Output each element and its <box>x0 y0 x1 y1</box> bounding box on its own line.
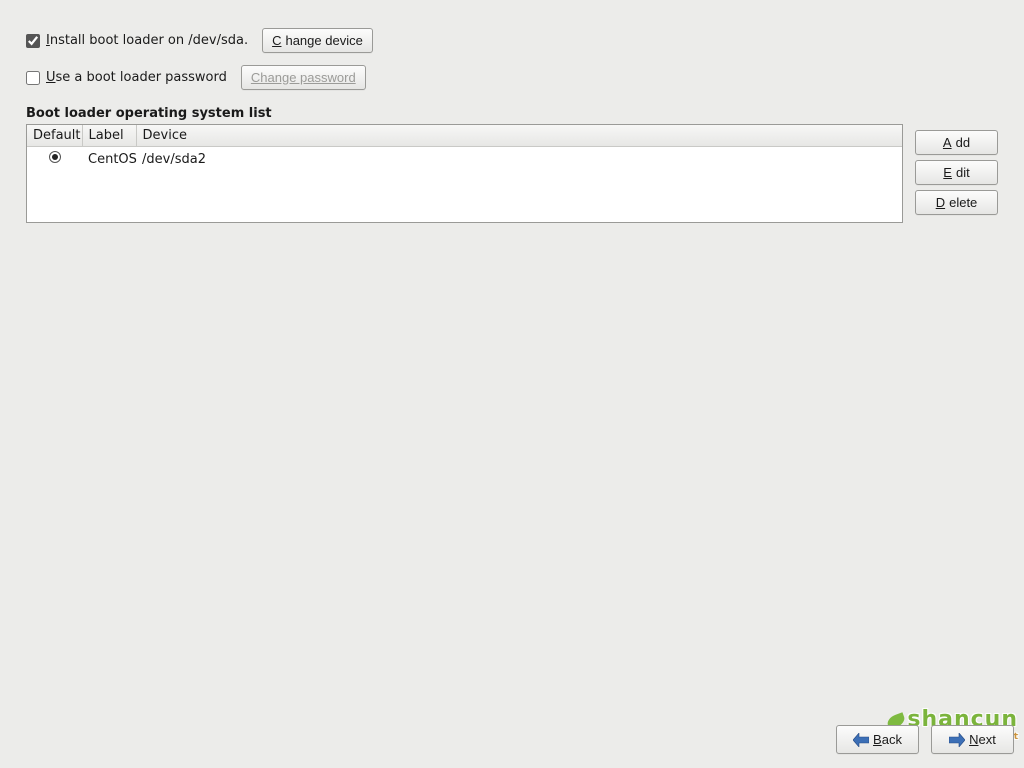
cell-label: CentOS <box>82 147 136 172</box>
next-button[interactable]: Next <box>931 725 1014 754</box>
table-header-row: Default Label Device <box>27 125 902 147</box>
col-default[interactable]: Default <box>27 125 82 147</box>
bootloader-password-row: Use a boot loader password Change passwo… <box>26 65 998 90</box>
arrow-right-icon <box>949 733 965 747</box>
install-bootloader-row: Install boot loader on /dev/sda. Change … <box>26 28 998 53</box>
arrow-left-icon <box>853 733 869 747</box>
change-password-button: Change password <box>241 65 366 90</box>
edit-button[interactable]: Edit <box>915 160 998 185</box>
bootloader-password-label[interactable]: Use a boot loader password <box>46 70 227 85</box>
table-row[interactable]: CentOS /dev/sda2 <box>27 147 902 172</box>
back-button[interactable]: Back <box>836 725 919 754</box>
delete-button[interactable]: Delete <box>915 190 998 215</box>
bootloader-password-checkbox[interactable] <box>26 71 40 85</box>
change-device-button[interactable]: Change device <box>262 28 373 53</box>
install-bootloader-checkbox[interactable] <box>26 34 40 48</box>
footer: Back Next <box>0 713 1024 768</box>
col-label[interactable]: Label <box>82 125 136 147</box>
cell-default[interactable] <box>27 147 82 172</box>
install-bootloader-label[interactable]: Install boot loader on /dev/sda. <box>46 33 248 48</box>
default-radio-icon[interactable] <box>49 151 61 163</box>
col-device[interactable]: Device <box>136 125 902 147</box>
os-list-table[interactable]: Default Label Device CentOS /dev/sda2 <box>26 124 903 223</box>
os-list-title: Boot loader operating system list <box>26 106 998 121</box>
cell-device: /dev/sda2 <box>136 147 902 172</box>
add-button[interactable]: Add <box>915 130 998 155</box>
